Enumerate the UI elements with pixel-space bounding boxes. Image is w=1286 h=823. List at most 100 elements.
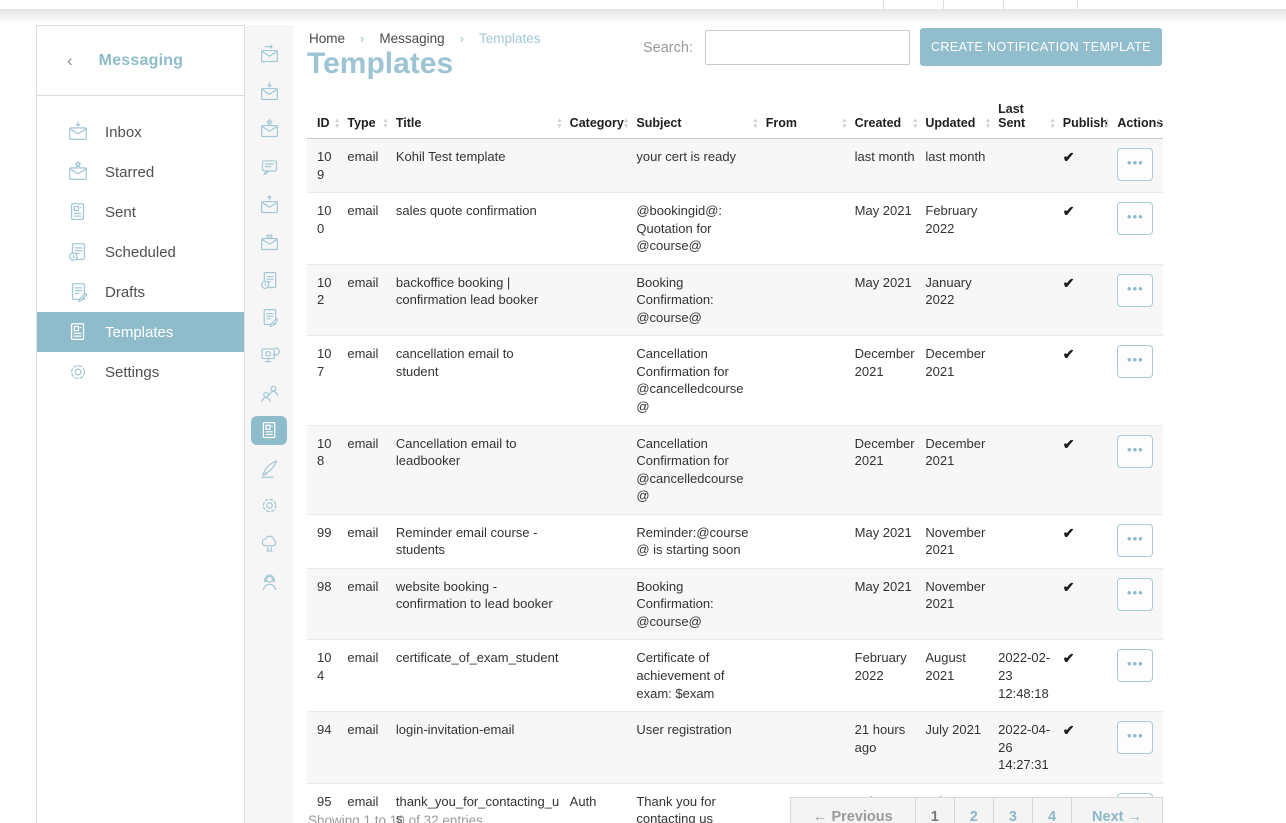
table-row: 108emailCancellation email to leadbooker… bbox=[307, 425, 1163, 514]
main-content: Home›Messaging›Templates Templates Searc… bbox=[307, 25, 1163, 823]
row-actions-button[interactable]: ••• bbox=[1117, 524, 1153, 557]
ellipsis-icon: ••• bbox=[1127, 442, 1144, 457]
publish-check-icon: ✔ bbox=[1063, 203, 1075, 219]
column-header-last-sent[interactable]: Last Sent▲▼ bbox=[992, 100, 1057, 139]
cell-created: December 2021 bbox=[849, 425, 920, 514]
rail-mail-heart-icon[interactable] bbox=[245, 224, 293, 262]
column-header-from[interactable]: From▲▼ bbox=[760, 100, 849, 139]
sort-icons: ▲▼ bbox=[382, 118, 388, 129]
rail-chat-icon[interactable] bbox=[245, 149, 293, 187]
rail-drafts-icon[interactable] bbox=[245, 299, 293, 337]
rail-mail-exchange-icon[interactable] bbox=[245, 36, 293, 74]
publish-check-icon: ✔ bbox=[1063, 149, 1075, 165]
column-header-title[interactable]: Title▲▼ bbox=[390, 100, 564, 139]
cell-last_sent bbox=[992, 425, 1057, 514]
ellipsis-icon: ••• bbox=[1127, 585, 1144, 600]
cell-last_sent: 2022-04-26 14:27:31 bbox=[992, 712, 1057, 784]
cell-last_sent bbox=[992, 193, 1057, 265]
row-actions-button[interactable]: ••• bbox=[1117, 578, 1153, 611]
rail-scheduled-icon[interactable] bbox=[245, 262, 293, 300]
pagination-previous[interactable]: ← Previous bbox=[791, 798, 915, 823]
rail-inbox-icon[interactable] bbox=[245, 74, 293, 112]
cell-last_sent bbox=[992, 139, 1057, 193]
mail-exchange-icon bbox=[259, 44, 280, 65]
row-actions-button[interactable]: ••• bbox=[1117, 345, 1153, 378]
cell-title: backoffice booking | confirmation lead b… bbox=[390, 264, 564, 336]
cell-from bbox=[760, 712, 849, 784]
cell-last_sent: 2022-02-23 12:48:18 bbox=[992, 640, 1057, 712]
rail-support-icon[interactable] bbox=[245, 562, 293, 600]
column-header-updated[interactable]: Updated▲▼ bbox=[919, 100, 992, 139]
sidebar-item-drafts[interactable]: Drafts bbox=[37, 272, 244, 312]
breadcrumb-messaging[interactable]: Messaging bbox=[379, 31, 444, 46]
sort-icons: ▲▼ bbox=[1049, 118, 1055, 129]
sidebar-item-settings[interactable]: Settings bbox=[37, 352, 244, 392]
column-header-type[interactable]: Type▲▼ bbox=[341, 100, 390, 139]
rail-starred-icon[interactable] bbox=[245, 111, 293, 149]
cell-title: Cancellation email to leadbooker bbox=[390, 425, 564, 514]
cell-subject: @bookingid@: Quotation for @course@ bbox=[630, 193, 759, 265]
pagination-page-3[interactable]: 3 bbox=[993, 798, 1032, 823]
top-toolbar bbox=[0, 0, 1286, 9]
sidebar-item-inbox[interactable]: Inbox bbox=[37, 112, 244, 152]
templates-table: ID▲▼Type▲▼Title▲▼Category▲▼Subject▲▼From… bbox=[307, 100, 1163, 823]
cell-subject: Certificate of achievement of exam: $exa… bbox=[630, 640, 759, 712]
pagination-page-2[interactable]: 2 bbox=[954, 798, 993, 823]
cell-publish: ✔ bbox=[1057, 712, 1112, 784]
table-header-row: ID▲▼Type▲▼Title▲▼Category▲▼Subject▲▼From… bbox=[307, 100, 1163, 139]
chat-icon bbox=[259, 157, 280, 178]
search-input[interactable] bbox=[705, 30, 910, 65]
sidebar-item-templates[interactable]: Templates bbox=[37, 312, 244, 352]
row-actions-button[interactable]: ••• bbox=[1117, 274, 1153, 307]
sidebar-header-messaging[interactable]: ‹ Messaging bbox=[37, 26, 244, 96]
column-header-id[interactable]: ID▲▼ bbox=[307, 100, 341, 139]
rail-quill-icon[interactable] bbox=[245, 450, 293, 488]
sort-icons: ▲▼ bbox=[912, 118, 918, 129]
sidebar-item-sent[interactable]: Sent bbox=[37, 192, 244, 232]
cell-created: last month bbox=[849, 139, 920, 193]
cell-id: 108 bbox=[307, 425, 341, 514]
pagination-page-4[interactable]: 4 bbox=[1032, 798, 1071, 823]
cell-from bbox=[760, 514, 849, 568]
row-actions-button[interactable]: ••• bbox=[1117, 435, 1153, 468]
cell-category bbox=[564, 193, 631, 265]
cell-title: Reminder email course - students bbox=[390, 514, 564, 568]
cell-publish: ✔ bbox=[1057, 425, 1112, 514]
pagination-page-1[interactable]: 1 bbox=[915, 798, 954, 823]
cell-publish: ✔ bbox=[1057, 640, 1112, 712]
rail-users-icon[interactable] bbox=[245, 374, 293, 412]
breadcrumb-templates: Templates bbox=[479, 31, 541, 46]
create-notification-template-button[interactable]: CREATE NOTIFICATION TEMPLATE bbox=[920, 28, 1162, 66]
cell-updated: February 2022 bbox=[919, 193, 992, 265]
rail-mail-send-icon[interactable] bbox=[245, 186, 293, 224]
pagination-next[interactable]: Next → bbox=[1071, 798, 1162, 823]
table-row: 109emailKohil Test templateyour cert is … bbox=[307, 139, 1163, 193]
column-header-publish[interactable]: Publish▲▼ bbox=[1057, 100, 1112, 139]
sidebar-item-scheduled[interactable]: Scheduled bbox=[37, 232, 244, 272]
cell-id: 99 bbox=[307, 514, 341, 568]
cell-subject: Booking Confirmation: @course@ bbox=[630, 264, 759, 336]
breadcrumb-home[interactable]: Home bbox=[309, 31, 345, 46]
sidebar-item-starred[interactable]: Starred bbox=[37, 152, 244, 192]
row-actions-button[interactable]: ••• bbox=[1117, 649, 1153, 682]
cell-category bbox=[564, 640, 631, 712]
cell-publish: ✔ bbox=[1057, 568, 1112, 640]
rail-templates-icon[interactable] bbox=[245, 412, 293, 450]
column-header-subject[interactable]: Subject▲▼ bbox=[630, 100, 759, 139]
cell-type: email bbox=[341, 193, 390, 265]
cell-title: sales quote confirmation bbox=[390, 193, 564, 265]
column-header-created[interactable]: Created▲▼ bbox=[849, 100, 920, 139]
search-label: Search: bbox=[643, 40, 693, 56]
rail-settings-icon[interactable] bbox=[245, 487, 293, 525]
cell-subject: Thank you for contacting us bbox=[630, 783, 759, 823]
rail-monitor-icon[interactable] bbox=[245, 337, 293, 375]
column-header-category[interactable]: Category▲▼ bbox=[564, 100, 631, 139]
row-actions-button[interactable]: ••• bbox=[1117, 202, 1153, 235]
toolbar-divider bbox=[1077, 0, 1078, 9]
row-actions-button[interactable]: ••• bbox=[1117, 721, 1153, 754]
column-header-actions[interactable]: Actions▲▼ bbox=[1111, 100, 1163, 139]
rail-cloud-icon[interactable] bbox=[245, 525, 293, 563]
row-actions-button[interactable]: ••• bbox=[1117, 148, 1153, 181]
cell-category bbox=[564, 264, 631, 336]
cell-subject: Cancellation Confirmation for @cancelled… bbox=[630, 425, 759, 514]
